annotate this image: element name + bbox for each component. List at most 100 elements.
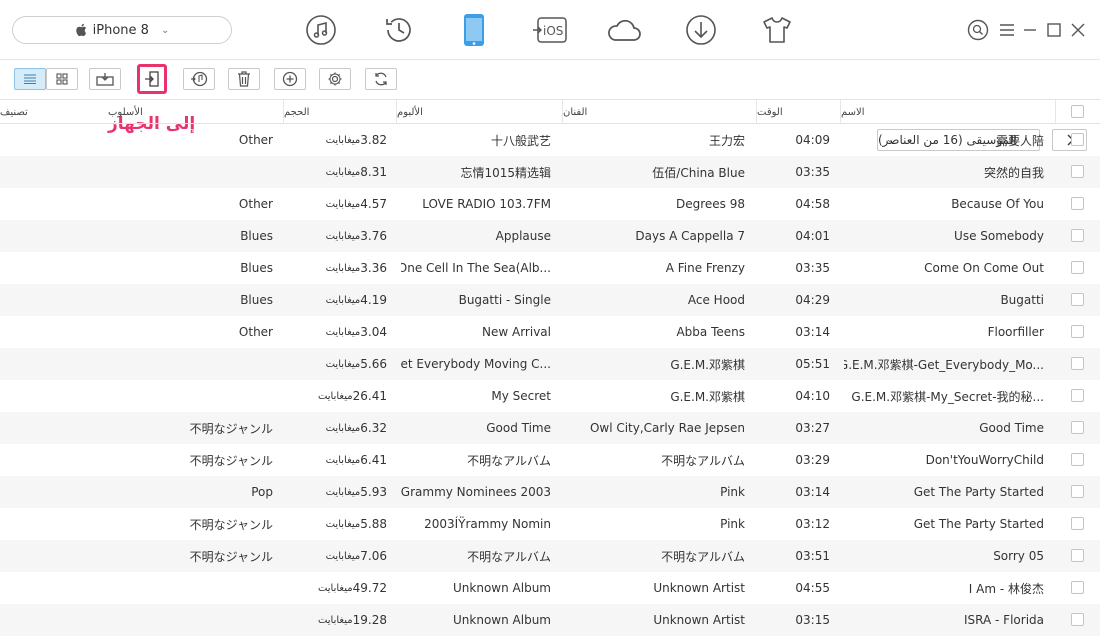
- cell-artist: 伍佰/China Blue: [652, 165, 745, 180]
- add-button[interactable]: [274, 68, 306, 90]
- maximize-icon[interactable]: [1045, 18, 1063, 42]
- music-icon[interactable]: [303, 12, 339, 48]
- delete-button[interactable]: [228, 68, 260, 90]
- search-icon[interactable]: [966, 18, 990, 42]
- device-selector[interactable]: iPhone 8 ⌄: [12, 16, 232, 44]
- row-checkbox[interactable]: [1071, 517, 1084, 530]
- table-row[interactable]: Good Time 03:27 Owl City,Carly Rae Jepsen G…: [0, 412, 1100, 444]
- size-unit: ميغابايت: [317, 582, 353, 594]
- phone-icon[interactable]: [456, 12, 492, 48]
- cell-album: Applause: [495, 229, 551, 243]
- cell-genre: 不明なジャンル: [189, 549, 273, 564]
- row-checkbox[interactable]: [1071, 389, 1084, 402]
- to-ios-icon[interactable]: iOS: [531, 12, 569, 48]
- refresh-button[interactable]: [365, 68, 397, 90]
- cell-genre: Other: [238, 325, 273, 339]
- column-name[interactable]: الاسم: [841, 100, 1056, 124]
- gear-icon: [328, 72, 342, 86]
- size-unit: ميغابايت: [325, 230, 361, 242]
- row-checkbox[interactable]: [1071, 613, 1084, 626]
- table-row[interactable]: I Am - 林俊杰 04:55 Unknown Artist Unknown Alb…: [0, 572, 1100, 604]
- select-all-checkbox[interactable]: [1071, 105, 1084, 118]
- table-row[interactable]: Use Somebody 04:01 Days A Cappella 7 Applau…: [0, 220, 1100, 252]
- table-row[interactable]: G.E.M.邓紫棋-My_Secret-我的秘... 04:10 G.E.M.邓紫棋…: [0, 380, 1100, 412]
- table-row[interactable]: Get The Party Started 03:14 Pink Grammy Nom…: [0, 476, 1100, 508]
- size-value: 4.57: [360, 197, 387, 211]
- minimize-icon[interactable]: [1021, 18, 1039, 42]
- table-row[interactable]: G.E.M.邓紫棋-Get_Everybody_Mo... 05:51 G.E.M.…: [0, 348, 1100, 380]
- row-checkbox[interactable]: [1071, 453, 1084, 466]
- cell-artist: G.E.M.邓紫棋: [670, 357, 745, 372]
- to-computer-button[interactable]: [89, 68, 121, 90]
- table-row[interactable]: Sorry 05 03:51 不明なアルバム 不明なアルバム 不明なジャンル ميغابا…: [0, 540, 1100, 572]
- cell-size: ميغابايت 49.72: [287, 572, 387, 604]
- settings-button[interactable]: [319, 68, 351, 90]
- cell-genre: [103, 604, 273, 636]
- table-row[interactable]: Bugatti 04:29 Ace Hood Bugatti - Single Blue…: [0, 284, 1100, 316]
- column-album[interactable]: الألبوم: [397, 100, 563, 124]
- row-checkbox[interactable]: [1071, 197, 1084, 210]
- row-checkbox[interactable]: [1071, 261, 1084, 274]
- row-checkbox[interactable]: [1071, 325, 1084, 338]
- column-genre[interactable]: الأسلوب: [108, 100, 284, 124]
- size-unit: ميغابايت: [325, 454, 361, 466]
- table-row[interactable]: ISRA - Florida 03:15 Unknown Artist Unknown…: [0, 604, 1100, 636]
- table-row[interactable]: 需要人陪 04:09 王力宏 十八般武艺 Other ميغابايت 3.82: [0, 124, 1100, 156]
- row-checkbox[interactable]: [1071, 165, 1084, 178]
- size-unit: ميغابايت: [317, 390, 353, 402]
- cell-genre: Blues: [240, 293, 273, 307]
- cell-name: Come On Come Out: [924, 261, 1044, 275]
- close-icon[interactable]: [1069, 18, 1087, 42]
- table-row[interactable]: Get The Party Started 03:12 Pink 2003ÍŸramm…: [0, 508, 1100, 540]
- cell-genre: 不明なジャンル: [189, 453, 273, 468]
- row-checkbox[interactable]: [1071, 581, 1084, 594]
- column-time[interactable]: الوقت: [757, 100, 841, 124]
- table-row[interactable]: 突然的自我 03:35 伍佰/China Blue 忘情1015精选辑 ميغابايت…: [0, 156, 1100, 188]
- row-checkbox[interactable]: [1071, 229, 1084, 242]
- size-value: 3.82: [360, 133, 387, 147]
- cell-artist: 不明なアルバム: [661, 453, 745, 468]
- cell-time: 03:12: [795, 517, 830, 531]
- row-checkbox[interactable]: [1071, 357, 1084, 370]
- row-checkbox[interactable]: [1071, 421, 1084, 434]
- menu-icon[interactable]: [998, 18, 1016, 42]
- cell-album: 不明なアルバム: [467, 453, 551, 468]
- row-checkbox[interactable]: [1071, 549, 1084, 562]
- size-unit: ميغابايت: [325, 294, 361, 306]
- row-checkbox[interactable]: [1071, 293, 1084, 306]
- column-size[interactable]: الحجم: [284, 100, 397, 124]
- cell-time: 03:29: [795, 453, 830, 467]
- cell-artist: Days A Cappella 7: [635, 229, 745, 243]
- grid-icon: [56, 73, 68, 85]
- cloud-icon[interactable]: [606, 12, 642, 48]
- cell-time: 04:09: [795, 133, 830, 147]
- size-unit: ميغابايت: [325, 198, 361, 210]
- download-icon[interactable]: [683, 12, 719, 48]
- grid-view-button[interactable]: [46, 68, 78, 90]
- history-icon[interactable]: [381, 12, 417, 48]
- list-view-button[interactable]: [14, 68, 46, 90]
- refresh-icon: [375, 72, 387, 86]
- size-unit: ميغابايت: [325, 550, 361, 562]
- table-row[interactable]: Because Of You 04:58 Degrees 98 LOVE RADIO …: [0, 188, 1100, 220]
- cell-size: ميغابايت 5.93: [287, 476, 387, 508]
- row-checkbox[interactable]: [1071, 485, 1084, 498]
- size-unit: ميغابايت: [325, 486, 361, 498]
- table-row[interactable]: Floorfiller 03:14 Abba Teens New Arrival Oth…: [0, 316, 1100, 348]
- cell-name: Don'tYouWorryChild: [925, 453, 1044, 467]
- size-unit: ميغابايت: [325, 518, 361, 530]
- size-value: 6.41: [360, 453, 387, 467]
- to-device-button[interactable]: [137, 64, 167, 94]
- column-artist[interactable]: الفنان: [563, 100, 757, 124]
- size-unit: ميغابايت: [325, 262, 361, 274]
- cell-name: G.E.M.邓紫棋-My_Secret-我的秘...: [851, 389, 1044, 404]
- cell-name: ISRA - Florida: [964, 613, 1044, 627]
- cell-album: Bugatti - Single: [458, 293, 551, 307]
- shirt-icon[interactable]: [759, 12, 795, 48]
- table-row[interactable]: Come On Come Out 03:35 A Fine Frenzy One Ce…: [0, 252, 1100, 284]
- column-rating[interactable]: تصنيف: [0, 100, 108, 124]
- row-checkbox[interactable]: [1071, 133, 1084, 146]
- to-itunes-button[interactable]: [183, 68, 215, 90]
- table-row[interactable]: Don'tYouWorryChild 03:29 不明なアルバム 不明なアルバム 不明な…: [0, 444, 1100, 476]
- cell-name: G.E.M.邓紫棋-Get_Everybody_Mo...: [844, 357, 1044, 372]
